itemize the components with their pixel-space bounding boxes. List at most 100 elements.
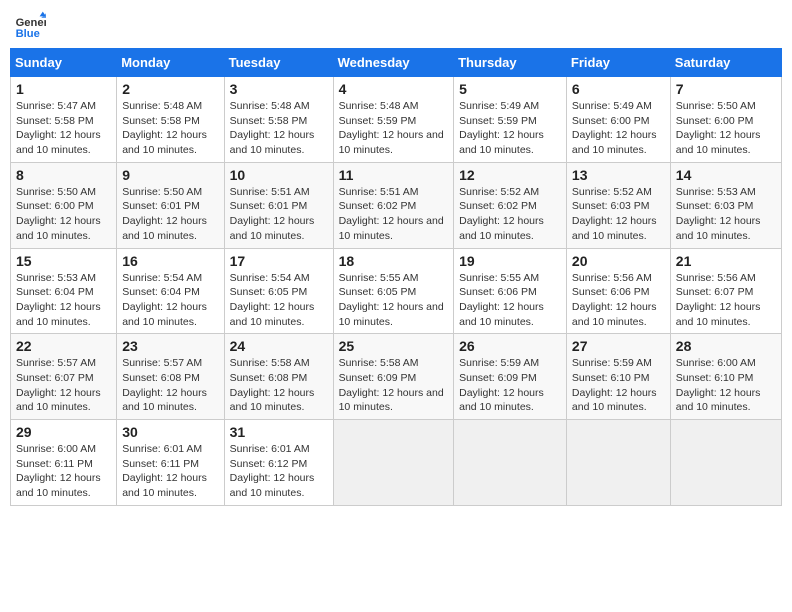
day-info: Sunrise: 5:55 AMSunset: 6:05 PMDaylight:… <box>339 271 449 330</box>
day-number: 14 <box>676 167 776 183</box>
day-info: Sunrise: 5:49 AMSunset: 5:59 PMDaylight:… <box>459 99 561 158</box>
day-number: 20 <box>572 253 665 269</box>
calendar-cell: 28 Sunrise: 6:00 AMSunset: 6:10 PMDayligh… <box>670 334 781 420</box>
day-info: Sunrise: 5:59 AMSunset: 6:10 PMDaylight:… <box>572 356 665 415</box>
week-row-5: 29 Sunrise: 6:00 AMSunset: 6:11 PMDayligh… <box>11 420 782 506</box>
day-number: 8 <box>16 167 111 183</box>
calendar-cell: 26 Sunrise: 5:59 AMSunset: 6:09 PMDayligh… <box>454 334 567 420</box>
calendar-cell: 5 Sunrise: 5:49 AMSunset: 5:59 PMDaylight… <box>454 77 567 163</box>
day-header-monday: Monday <box>117 49 224 77</box>
day-info: Sunrise: 5:59 AMSunset: 6:09 PMDaylight:… <box>459 356 561 415</box>
calendar-table: SundayMondayTuesdayWednesdayThursdayFrid… <box>10 48 782 506</box>
day-header-saturday: Saturday <box>670 49 781 77</box>
day-info: Sunrise: 5:56 AMSunset: 6:07 PMDaylight:… <box>676 271 776 330</box>
day-number: 2 <box>122 81 218 97</box>
day-number: 16 <box>122 253 218 269</box>
calendar-cell: 23 Sunrise: 5:57 AMSunset: 6:08 PMDayligh… <box>117 334 224 420</box>
day-number: 29 <box>16 424 111 440</box>
day-header-thursday: Thursday <box>454 49 567 77</box>
day-number: 24 <box>230 338 328 354</box>
calendar-cell: 27Sunrise: 5:59 AMSunset: 6:10 PMDayligh… <box>566 334 670 420</box>
page-header: General Blue <box>10 10 782 42</box>
day-number: 12 <box>459 167 561 183</box>
day-number: 4 <box>339 81 449 97</box>
day-number: 15 <box>16 253 111 269</box>
day-info: Sunrise: 5:48 AMSunset: 5:58 PMDaylight:… <box>230 99 328 158</box>
calendar-cell: 6 Sunrise: 5:49 AMSunset: 6:00 PMDaylight… <box>566 77 670 163</box>
calendar-cell: 9 Sunrise: 5:50 AMSunset: 6:01 PMDaylight… <box>117 162 224 248</box>
calendar-cell: 14 Sunrise: 5:53 AMSunset: 6:03 PMDayligh… <box>670 162 781 248</box>
logo: General Blue <box>14 10 46 42</box>
day-info: Sunrise: 5:49 AMSunset: 6:00 PMDaylight:… <box>572 99 665 158</box>
calendar-cell: 2 Sunrise: 5:48 AMSunset: 5:58 PMDaylight… <box>117 77 224 163</box>
day-info: Sunrise: 5:54 AMSunset: 6:05 PMDaylight:… <box>230 271 328 330</box>
calendar-cell: 11 Sunrise: 5:51 AMSunset: 6:02 PMDayligh… <box>333 162 454 248</box>
day-number: 17 <box>230 253 328 269</box>
calendar-cell: 1 Sunrise: 5:47 AMSunset: 5:58 PMDaylight… <box>11 77 117 163</box>
logo-icon: General Blue <box>14 10 46 42</box>
week-row-3: 15 Sunrise: 5:53 AMSunset: 6:04 PMDayligh… <box>11 248 782 334</box>
day-header-sunday: Sunday <box>11 49 117 77</box>
day-number: 13 <box>572 167 665 183</box>
calendar-cell: 24 Sunrise: 5:58 AMSunset: 6:08 PMDayligh… <box>224 334 333 420</box>
day-number: 18 <box>339 253 449 269</box>
calendar-cell: 17 Sunrise: 5:54 AMSunset: 6:05 PMDayligh… <box>224 248 333 334</box>
day-number: 28 <box>676 338 776 354</box>
calendar-cell: 18 Sunrise: 5:55 AMSunset: 6:05 PMDayligh… <box>333 248 454 334</box>
day-info: Sunrise: 5:54 AMSunset: 6:04 PMDaylight:… <box>122 271 218 330</box>
day-info: Sunrise: 5:48 AMSunset: 5:58 PMDaylight:… <box>122 99 218 158</box>
day-info: Sunrise: 6:00 AMSunset: 6:10 PMDaylight:… <box>676 356 776 415</box>
calendar-cell: 7 Sunrise: 5:50 AMSunset: 6:00 PMDaylight… <box>670 77 781 163</box>
calendar-cell: 16 Sunrise: 5:54 AMSunset: 6:04 PMDayligh… <box>117 248 224 334</box>
day-info: Sunrise: 5:48 AMSunset: 5:59 PMDaylight:… <box>339 99 449 158</box>
calendar-cell: 13Sunrise: 5:52 AMSunset: 6:03 PMDayligh… <box>566 162 670 248</box>
day-number: 11 <box>339 167 449 183</box>
day-info: Sunrise: 6:00 AMSunset: 6:11 PMDaylight:… <box>16 442 111 501</box>
day-info: Sunrise: 5:55 AMSunset: 6:06 PMDaylight:… <box>459 271 561 330</box>
day-number: 10 <box>230 167 328 183</box>
day-number: 30 <box>122 424 218 440</box>
day-info: Sunrise: 5:53 AMSunset: 6:03 PMDaylight:… <box>676 185 776 244</box>
calendar-cell: 22 Sunrise: 5:57 AMSunset: 6:07 PMDayligh… <box>11 334 117 420</box>
calendar-cell: 29 Sunrise: 6:00 AMSunset: 6:11 PMDayligh… <box>11 420 117 506</box>
day-number: 22 <box>16 338 111 354</box>
day-number: 1 <box>16 81 111 97</box>
day-info: Sunrise: 5:50 AMSunset: 6:01 PMDaylight:… <box>122 185 218 244</box>
day-number: 5 <box>459 81 561 97</box>
day-number: 7 <box>676 81 776 97</box>
day-number: 21 <box>676 253 776 269</box>
day-info: Sunrise: 5:47 AMSunset: 5:58 PMDaylight:… <box>16 99 111 158</box>
calendar-cell: 30 Sunrise: 6:01 AMSunset: 6:11 PMDayligh… <box>117 420 224 506</box>
day-info: Sunrise: 5:51 AMSunset: 6:02 PMDaylight:… <box>339 185 449 244</box>
day-info: Sunrise: 5:57 AMSunset: 6:07 PMDaylight:… <box>16 356 111 415</box>
day-info: Sunrise: 5:53 AMSunset: 6:04 PMDaylight:… <box>16 271 111 330</box>
calendar-cell: 19Sunrise: 5:55 AMSunset: 6:06 PMDayligh… <box>454 248 567 334</box>
calendar-cell: 10 Sunrise: 5:51 AMSunset: 6:01 PMDayligh… <box>224 162 333 248</box>
calendar-cell: 20Sunrise: 5:56 AMSunset: 6:06 PMDayligh… <box>566 248 670 334</box>
calendar-cell: 25Sunrise: 5:58 AMSunset: 6:09 PMDayligh… <box>333 334 454 420</box>
week-row-4: 22 Sunrise: 5:57 AMSunset: 6:07 PMDayligh… <box>11 334 782 420</box>
day-number: 26 <box>459 338 561 354</box>
calendar-cell: 12 Sunrise: 5:52 AMSunset: 6:02 PMDayligh… <box>454 162 567 248</box>
day-info: Sunrise: 5:50 AMSunset: 6:00 PMDaylight:… <box>676 99 776 158</box>
day-number: 6 <box>572 81 665 97</box>
calendar-cell: 15 Sunrise: 5:53 AMSunset: 6:04 PMDayligh… <box>11 248 117 334</box>
week-row-1: 1 Sunrise: 5:47 AMSunset: 5:58 PMDaylight… <box>11 77 782 163</box>
day-info: Sunrise: 5:51 AMSunset: 6:01 PMDaylight:… <box>230 185 328 244</box>
day-info: Sunrise: 6:01 AMSunset: 6:12 PMDaylight:… <box>230 442 328 501</box>
calendar-cell: 4 Sunrise: 5:48 AMSunset: 5:59 PMDaylight… <box>333 77 454 163</box>
calendar-cell: 21 Sunrise: 5:56 AMSunset: 6:07 PMDayligh… <box>670 248 781 334</box>
svg-text:General: General <box>16 17 46 29</box>
day-header-friday: Friday <box>566 49 670 77</box>
day-header-wednesday: Wednesday <box>333 49 454 77</box>
day-number: 9 <box>122 167 218 183</box>
day-number: 23 <box>122 338 218 354</box>
day-info: Sunrise: 5:58 AMSunset: 6:09 PMDaylight:… <box>339 356 449 415</box>
day-info: Sunrise: 5:58 AMSunset: 6:08 PMDaylight:… <box>230 356 328 415</box>
day-info: Sunrise: 5:52 AMSunset: 6:02 PMDaylight:… <box>459 185 561 244</box>
calendar-cell <box>333 420 454 506</box>
calendar-header: SundayMondayTuesdayWednesdayThursdayFrid… <box>11 49 782 77</box>
day-info: Sunrise: 5:57 AMSunset: 6:08 PMDaylight:… <box>122 356 218 415</box>
day-info: Sunrise: 6:01 AMSunset: 6:11 PMDaylight:… <box>122 442 218 501</box>
day-info: Sunrise: 5:50 AMSunset: 6:00 PMDaylight:… <box>16 185 111 244</box>
